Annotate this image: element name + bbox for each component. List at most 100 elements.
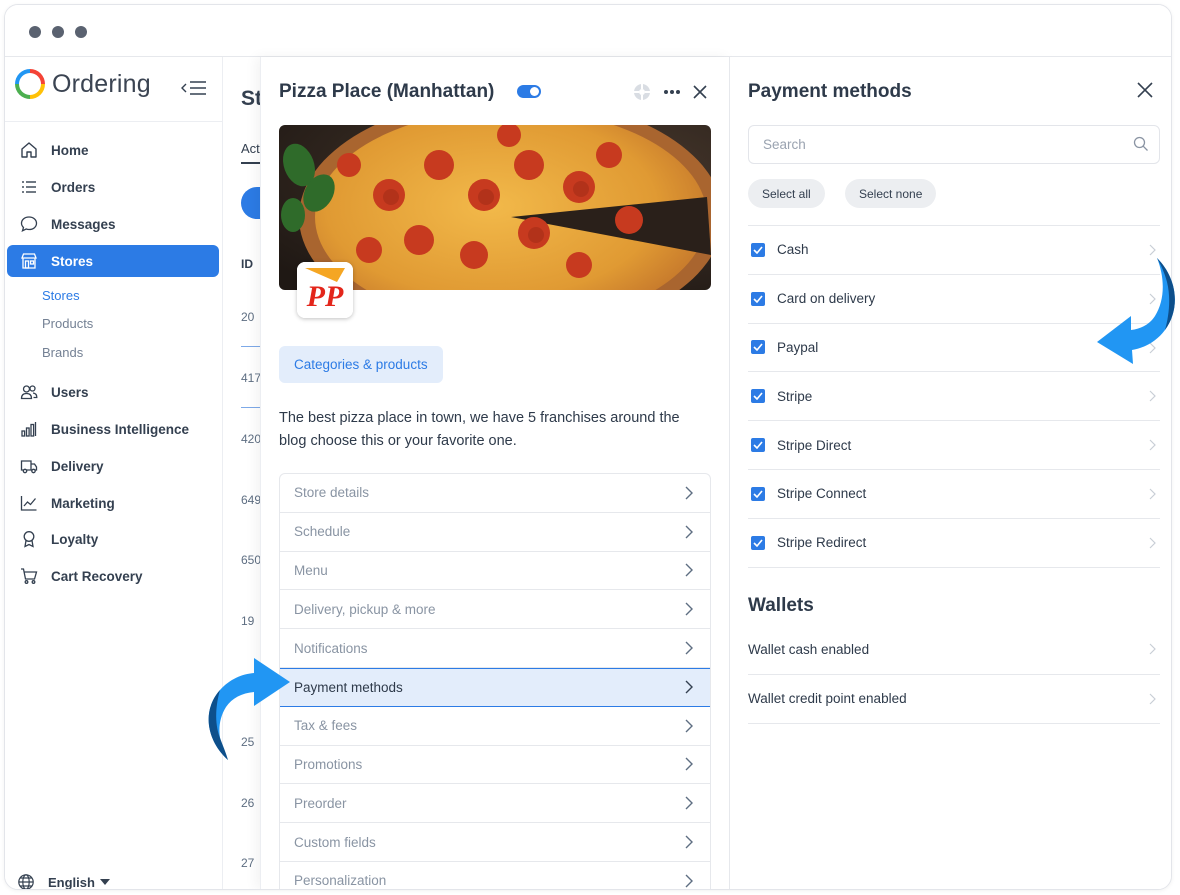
menu-item-schedule[interactable]: Schedule — [280, 513, 710, 552]
sidebar-item-label: Delivery — [51, 458, 104, 474]
checkbox-checked-icon[interactable] — [751, 535, 765, 550]
chevron-right-icon — [685, 719, 693, 733]
table-row-id[interactable]: 19 — [241, 614, 254, 628]
chevron-right-icon — [685, 641, 693, 655]
payment-method-label: Paypal — [777, 339, 819, 355]
payment-method-stripe-redirect[interactable]: Stripe Redirect — [748, 519, 1160, 568]
menu-item-label: Tax & fees — [294, 718, 358, 734]
menu-item-notifications[interactable]: Notifications — [280, 629, 710, 668]
window-dot-icon[interactable] — [52, 26, 64, 38]
checkbox-checked-icon[interactable] — [751, 291, 765, 306]
chevron-right-icon — [685, 602, 693, 616]
sidebar-subitem-products[interactable]: Products — [42, 316, 93, 331]
payment-methods-panel: Payment methods Select all Select none C… — [730, 57, 1171, 889]
collapse-sidebar-icon[interactable] — [181, 79, 207, 97]
line-chart-icon — [19, 493, 39, 513]
menu-item-label: Promotions — [294, 756, 363, 772]
globe-icon — [18, 874, 34, 889]
list-icon — [19, 177, 39, 197]
menu-item-promotions[interactable]: Promotions — [280, 746, 710, 785]
sidebar-item-label: Cart Recovery — [51, 568, 143, 584]
chevron-right-icon — [685, 874, 693, 888]
checkbox-checked-icon[interactable] — [751, 389, 765, 404]
store-logo-text: PP — [306, 280, 344, 313]
categories-products-button[interactable]: Categories & products — [279, 346, 443, 383]
select-all-button[interactable]: Select all — [748, 179, 825, 208]
checkbox-checked-icon[interactable] — [751, 486, 765, 501]
brand-logo[interactable]: Ordering — [15, 69, 151, 99]
search-input[interactable] — [748, 125, 1160, 164]
payment-method-stripe-connect[interactable]: Stripe Connect — [748, 470, 1160, 519]
sidebar-item-users[interactable]: Users — [7, 376, 219, 408]
sidebar-item-home[interactable]: Home — [7, 134, 219, 166]
checkbox-checked-icon[interactable] — [751, 340, 765, 355]
chevron-right-icon — [685, 796, 693, 810]
caret-down-icon — [99, 879, 110, 885]
chevron-right-icon — [1149, 244, 1156, 256]
store-settings-menu: Store details Schedule Menu Delivery, pi… — [279, 473, 711, 889]
wallets-title: Wallets — [748, 595, 814, 616]
table-row-id[interactable]: 649 — [241, 493, 261, 507]
wallet-label: Wallet cash enabled — [748, 641, 870, 657]
sidebar-item-loyalty[interactable]: Loyalty — [7, 523, 219, 555]
close-icon[interactable] — [689, 81, 711, 103]
sidebar-item-business-intelligence[interactable]: Business Intelligence — [7, 413, 219, 445]
sidebar-subitem-brands[interactable]: Brands — [42, 345, 83, 360]
chevron-right-icon — [1149, 537, 1156, 549]
chevron-right-icon — [1149, 488, 1156, 500]
menu-item-preorder[interactable]: Preorder — [280, 784, 710, 824]
select-none-button[interactable]: Select none — [845, 179, 937, 208]
sidebar-item-orders[interactable]: Orders — [7, 171, 219, 203]
more-options-icon[interactable] — [661, 81, 683, 103]
wallet-credit-point-enabled[interactable]: Wallet credit point enabled — [748, 675, 1160, 724]
truck-icon — [19, 456, 39, 476]
table-row-id[interactable]: 420 — [241, 432, 261, 446]
table-row-id[interactable]: 26 — [241, 796, 254, 810]
tab-active[interactable]: Act — [241, 141, 260, 156]
sidebar-item-cart-recovery[interactable]: Cart Recovery — [7, 560, 219, 592]
menu-item-tax-fees[interactable]: Tax & fees — [280, 707, 710, 746]
language-globe-icon[interactable] — [631, 81, 653, 103]
payment-method-label: Stripe — [777, 388, 813, 404]
table-row-id[interactable]: 417 — [241, 371, 261, 385]
payment-method-stripe[interactable]: Stripe — [748, 372, 1160, 422]
store-enabled-toggle[interactable] — [517, 85, 541, 98]
wallet-cash-enabled[interactable]: Wallet cash enabled — [748, 625, 1160, 675]
chevron-right-icon — [685, 525, 693, 539]
menu-item-label: Store details — [294, 485, 370, 501]
menu-item-personalization[interactable]: Personalization — [280, 862, 710, 889]
payment-method-stripe-direct[interactable]: Stripe Direct — [748, 421, 1160, 470]
chevron-right-icon — [685, 757, 693, 771]
sidebar-item-marketing[interactable]: Marketing — [7, 487, 219, 519]
table-row-id[interactable]: 20 — [241, 310, 254, 324]
menu-item-custom-fields[interactable]: Custom fields — [280, 823, 710, 862]
users-icon — [19, 382, 39, 402]
sidebar-item-label: Stores — [51, 253, 94, 269]
window-dot-icon[interactable] — [29, 26, 41, 38]
sidebar-item-delivery[interactable]: Delivery — [7, 450, 219, 482]
close-icon[interactable] — [1134, 79, 1156, 101]
menu-item-payment-methods[interactable]: Payment methods — [280, 667, 710, 707]
language-label: English — [48, 874, 95, 890]
payment-method-label: Cash — [777, 242, 809, 258]
checkbox-checked-icon[interactable] — [751, 438, 765, 453]
sidebar-subitem-stores[interactable]: Stores — [42, 288, 80, 303]
award-icon — [19, 529, 39, 549]
sidebar-item-messages[interactable]: Messages — [7, 208, 219, 240]
menu-item-menu[interactable]: Menu — [280, 552, 710, 591]
store-title: Pizza Place (Manhattan) — [279, 81, 495, 102]
window-dot-icon[interactable] — [75, 26, 87, 38]
payment-method-label: Stripe Redirect — [777, 535, 867, 551]
menu-item-label: Notifications — [294, 640, 368, 656]
checkbox-checked-icon[interactable] — [751, 242, 765, 257]
menu-item-delivery-pickup[interactable]: Delivery, pickup & more — [280, 590, 710, 630]
sidebar-item-stores[interactable]: Stores — [7, 245, 219, 277]
table-row-id[interactable]: 650 — [241, 553, 261, 567]
language-selector[interactable]: English — [17, 873, 110, 890]
sidebar-divider — [5, 121, 222, 122]
menu-item-store-details[interactable]: Store details — [280, 474, 710, 513]
table-row-id[interactable]: 27 — [241, 856, 254, 870]
search-icon[interactable] — [1133, 136, 1149, 152]
chevron-right-icon — [1149, 693, 1156, 704]
bar-chart-icon — [19, 419, 39, 439]
